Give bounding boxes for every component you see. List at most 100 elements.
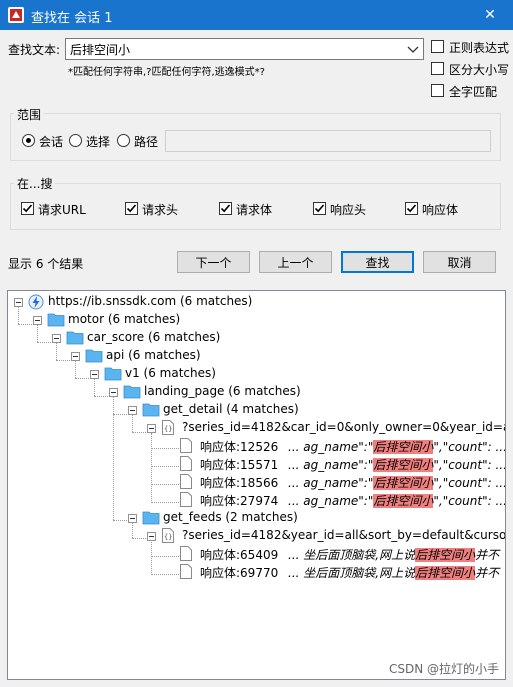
watermark: CSDN @拉灯的小手 [388,662,499,676]
whole-word-checkbox[interactable] [431,84,444,97]
search-match-row[interactable]: 响应体:27974 ... ag_name":"后排空间小","count": … [8,491,505,509]
tree-node-label: car_score (6 matches) [87,330,221,344]
folder-icon [85,349,103,363]
document-icon [180,438,192,453]
tree-node-folder[interactable]: motor (6 matches) [8,311,505,329]
collapse-icon[interactable] [14,298,23,307]
match-highlight: 后排空间小 [373,440,434,454]
collapse-icon[interactable] [147,424,156,433]
tree-node-folder[interactable]: v1 (6 matches) [8,365,505,383]
svg-text:{}: {} [164,533,172,541]
scope-selection-label: 选择 [86,135,111,149]
whole-word-label: 全字匹配 [449,85,498,99]
collapse-icon[interactable] [90,370,99,379]
tree-node-query[interactable]: {} ?series_id=4182&car_id=0&only_owner=0… [8,419,505,437]
close-button[interactable]: ✕ [467,0,513,30]
results-tree[interactable]: https://ib.snssdk.com (6 matches) motor … [7,290,506,680]
response-body-label: 响应体 [422,203,459,217]
find-text-combo[interactable] [65,38,424,60]
document-icon [180,492,192,507]
match-case-checkbox[interactable] [431,62,444,75]
tree-node-label: get_feeds (2 matches) [163,510,298,524]
regex-checkbox[interactable] [431,40,444,53]
lightning-icon [28,294,44,310]
match-highlight: 后排空间小 [373,458,434,472]
folder-icon [47,313,65,327]
tree-node-folder[interactable]: get_feeds (2 matches) [8,509,505,527]
check-icon [406,204,417,213]
next-button[interactable]: 下一个 [177,251,250,273]
match-location: 响应体:27974 [200,494,279,508]
search-in-title: 在...搜 [14,175,56,192]
path-input[interactable] [165,130,491,152]
tree-node-label: api (6 matches) [106,348,201,362]
tree-node-folder[interactable]: api (6 matches) [8,347,505,365]
scope-session-radio[interactable] [22,134,35,147]
response-body-checkbox[interactable] [405,202,418,215]
match-snippet: ... ag_name":"后排空间小","count": ... [288,476,506,490]
match-snippet: ... ag_name":"后排空间小","count": ... [288,458,506,472]
results-summary: 显示 6 个结果 [8,257,84,271]
collapse-icon[interactable] [33,316,42,325]
scope-path-radio[interactable] [117,134,130,147]
prev-button[interactable]: 上一个 [259,251,332,273]
find-text-input[interactable] [66,39,402,59]
request-url-checkbox[interactable] [21,202,34,215]
scope-session-label: 会话 [39,135,64,149]
find-text-label: 查找文本: [8,43,61,57]
check-icon [220,204,231,213]
match-highlight: 后排空间小 [373,494,434,508]
collapse-icon[interactable] [52,334,61,343]
match-snippet: ... ag_name":"后排空间小","count": ... [288,440,506,454]
tree-node-label: https://ib.snssdk.com (6 matches) [48,294,253,308]
folder-icon [142,403,160,417]
title-bar[interactable]: 查找在 会话 1 ✕ [0,0,513,30]
match-location: 响应体:18566 [200,476,279,490]
search-match-row[interactable]: 响应体:15571 ... ag_name":"后排空间小","count": … [8,455,505,473]
match-snippet: ... 坐后面顶脑袋,网上说后排空间小并不 [288,548,500,562]
tree-node-query[interactable]: {} ?series_id=4182&year_id=all&sort_by=d… [8,527,505,545]
search-match-row[interactable]: 响应体:65409 ... 坐后面顶脑袋,网上说后排空间小并不 [8,545,505,563]
check-icon [314,204,325,213]
collapse-icon[interactable] [128,406,137,415]
match-case-label: 区分大小写 [449,63,510,77]
response-header-checkbox[interactable] [313,202,326,215]
tree-node-label: ?series_id=4182&year_id=all&sort_by=defa… [182,528,506,542]
tree-node-host[interactable]: https://ib.snssdk.com (6 matches) [8,293,505,311]
folder-icon [104,367,122,381]
check-icon [126,204,137,213]
request-body-checkbox[interactable] [219,202,232,215]
tree-node-label: get_detail (4 matches) [163,402,299,416]
collapse-icon[interactable] [71,352,80,361]
document-icon [180,564,192,579]
tree-node-folder[interactable]: car_score (6 matches) [8,329,505,347]
search-match-row[interactable]: 响应体:18566 ... ag_name":"后排空间小","count": … [8,473,505,491]
request-header-checkbox[interactable] [125,202,138,215]
folder-icon [142,511,160,525]
search-match-row[interactable]: 响应体:12526 ... ag_name":"后排空间小","count": … [8,437,505,455]
app-icon [8,7,24,23]
match-highlight: 后排空间小 [373,476,434,490]
find-button[interactable]: 查找 [341,251,414,273]
request-body-label: 请求体 [236,203,273,217]
collapse-icon[interactable] [128,514,137,523]
scope-selection-radio[interactable] [69,134,82,147]
tree-node-folder[interactable]: landing_page (6 matches) [8,383,505,401]
chevron-down-icon[interactable] [405,41,421,57]
match-highlight: 后排空间小 [415,566,476,580]
collapse-icon[interactable] [147,532,156,541]
match-location: 响应体:65409 [200,548,279,562]
cancel-button[interactable]: 取消 [423,251,496,273]
search-match-row[interactable]: 响应体:69770 ... 坐后面顶脑袋,网上说后排空间小并不 [8,563,505,581]
match-location: 响应体:15571 [200,458,279,472]
match-highlight: 后排空间小 [415,548,476,562]
tree-node-label: landing_page (6 matches) [144,384,301,398]
regex-label: 正则表达式 [449,41,510,55]
tree-node-folder[interactable]: get_detail (4 matches) [8,401,505,419]
wildcard-hint: *匹配任何字符串,?匹配任何字符,逃逸模式*? [68,67,265,78]
folder-icon [123,385,141,399]
document-icon [180,456,192,471]
folder-icon [66,331,84,345]
check-icon [22,204,33,213]
collapse-icon[interactable] [109,388,118,397]
